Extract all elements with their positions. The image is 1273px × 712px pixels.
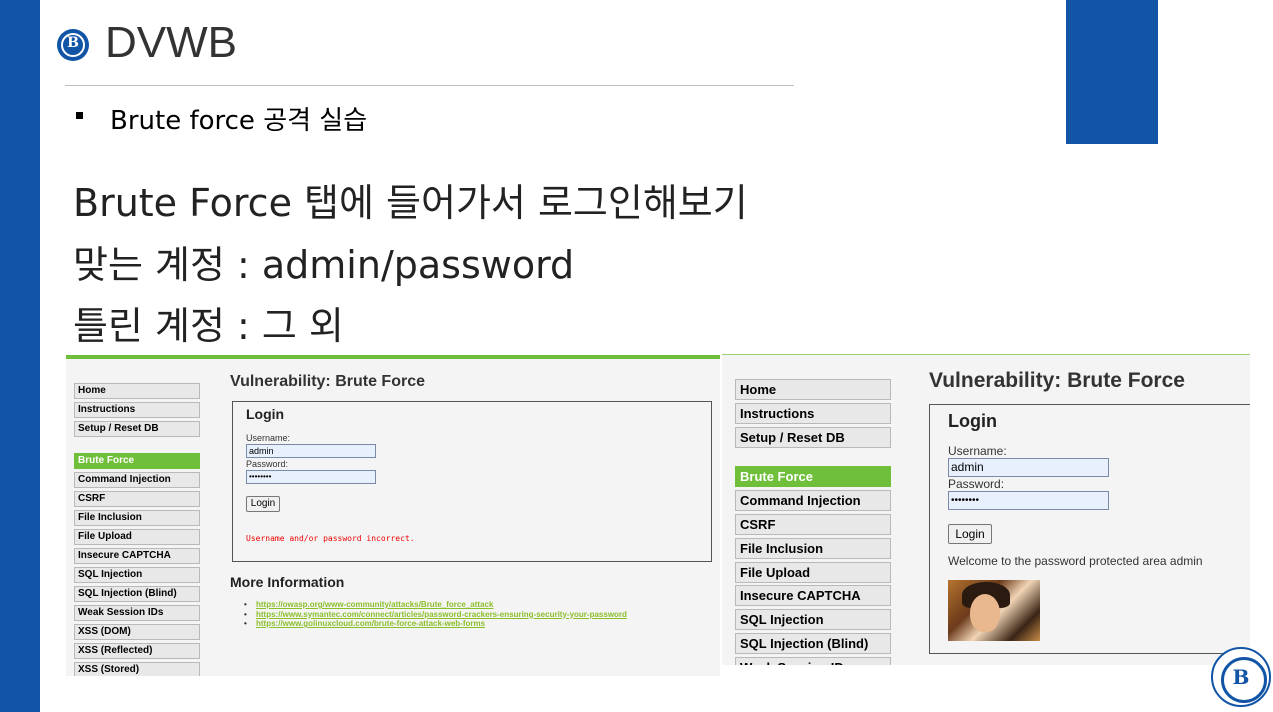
corner-accent-block — [1066, 0, 1158, 144]
menu-item-csrf[interactable]: CSRF — [735, 514, 891, 535]
username-input[interactable]: admin — [246, 444, 376, 458]
menu-item-command-injection[interactable]: Command Injection — [74, 472, 200, 488]
menu-item-sql-injection[interactable]: SQL Injection — [74, 567, 200, 583]
left-accent-bar — [0, 0, 40, 712]
login-button[interactable]: Login — [948, 524, 992, 544]
university-emblem-icon: B — [1211, 647, 1271, 707]
menu-item-xss-dom[interactable]: XSS (DOM) — [74, 624, 200, 640]
menu-item-instructions[interactable]: Instructions — [74, 402, 200, 418]
menu-item-instructions[interactable]: Instructions — [735, 403, 891, 424]
link-owasp[interactable]: https://owasp.org/www-community/attacks/… — [240, 600, 627, 610]
link-symantec[interactable]: https://www.symantec.com/connect/article… — [240, 610, 627, 620]
menu-item-brute-force[interactable]: Brute Force — [735, 466, 891, 487]
university-logo-icon: B — [57, 29, 89, 61]
menu-item-weak-session-ids[interactable]: Weak Session IDs — [74, 605, 200, 621]
menu-item-file-inclusion[interactable]: File Inclusion — [735, 538, 891, 559]
instruction-line-2: 맞는 계정 : admin/password — [73, 243, 575, 287]
password-label: Password: — [948, 477, 1005, 491]
password-input[interactable]: •••••••• — [948, 491, 1109, 510]
menu-item-insecure-captcha[interactable]: Insecure CAPTCHA — [74, 548, 200, 564]
menu-item-insecure-captcha[interactable]: Insecure CAPTCHA — [735, 585, 891, 606]
login-heading: Login — [246, 406, 285, 422]
bullet-text: Brute force 공격 실습 — [110, 106, 368, 136]
screenshot-login-success: Home Instructions Setup / Reset DB Brute… — [722, 354, 1250, 665]
error-message: Username and/or password incorrect. — [246, 534, 415, 543]
instruction-line-1: Brute Force 탭에 들어가서 로그인해보기 — [73, 181, 748, 225]
menu-item-weak-session-ids[interactable]: Weak Session IDs — [735, 657, 891, 665]
login-form: Login Username: admin Password: ••••••••… — [232, 401, 712, 562]
page-title: Vulnerability: Brute Force — [929, 369, 1185, 392]
login-heading: Login — [948, 411, 997, 431]
menu-item-file-upload[interactable]: File Upload — [74, 529, 200, 545]
password-label: Password: — [246, 459, 289, 469]
username-label: Username: — [246, 433, 291, 443]
menu-item-home[interactable]: Home — [74, 383, 200, 399]
menu-item-brute-force[interactable]: Brute Force — [74, 453, 200, 469]
menu-item-file-inclusion[interactable]: File Inclusion — [74, 510, 200, 526]
menu-item-xss-reflected[interactable]: XSS (Reflected) — [74, 643, 200, 659]
welcome-message: Welcome to the password protected area a… — [948, 554, 1203, 568]
menu-item-sql-injection-blind[interactable]: SQL Injection (Blind) — [74, 586, 200, 602]
password-input[interactable]: •••••••• — [246, 470, 376, 484]
admin-avatar-photo — [948, 580, 1040, 641]
title-divider — [65, 85, 794, 86]
menu-item-sql-injection[interactable]: SQL Injection — [735, 609, 891, 630]
menu-item-setup[interactable]: Setup / Reset DB — [735, 427, 891, 448]
more-information-links: https://owasp.org/www-community/attacks/… — [240, 600, 627, 629]
menu-item-csrf[interactable]: CSRF — [74, 491, 200, 507]
login-button[interactable]: Login — [246, 496, 280, 512]
bullet-marker-icon — [76, 112, 83, 119]
username-input[interactable]: admin — [948, 458, 1109, 477]
menu-item-setup[interactable]: Setup / Reset DB — [74, 421, 200, 437]
menu-item-home[interactable]: Home — [735, 379, 891, 400]
page-title: Vulnerability: Brute Force — [230, 373, 425, 390]
menu-item-command-injection[interactable]: Command Injection — [735, 490, 891, 511]
instruction-line-3: 틀린 계정 : 그 외 — [73, 304, 344, 348]
screenshot-login-failed: Home Instructions Setup / Reset DB Brute… — [66, 355, 720, 676]
slide-title: DVWB — [105, 18, 237, 67]
more-information-heading: More Information — [230, 574, 345, 590]
username-label: Username: — [948, 444, 1007, 458]
menu-item-sql-injection-blind[interactable]: SQL Injection (Blind) — [735, 633, 891, 654]
login-form: Login Username: admin Password: ••••••••… — [929, 404, 1250, 654]
menu-item-xss-stored[interactable]: XSS (Stored) — [74, 662, 200, 676]
link-golinuxcloud[interactable]: https://www.golinuxcloud.com/brute-force… — [240, 619, 627, 629]
menu-item-file-upload[interactable]: File Upload — [735, 562, 891, 583]
